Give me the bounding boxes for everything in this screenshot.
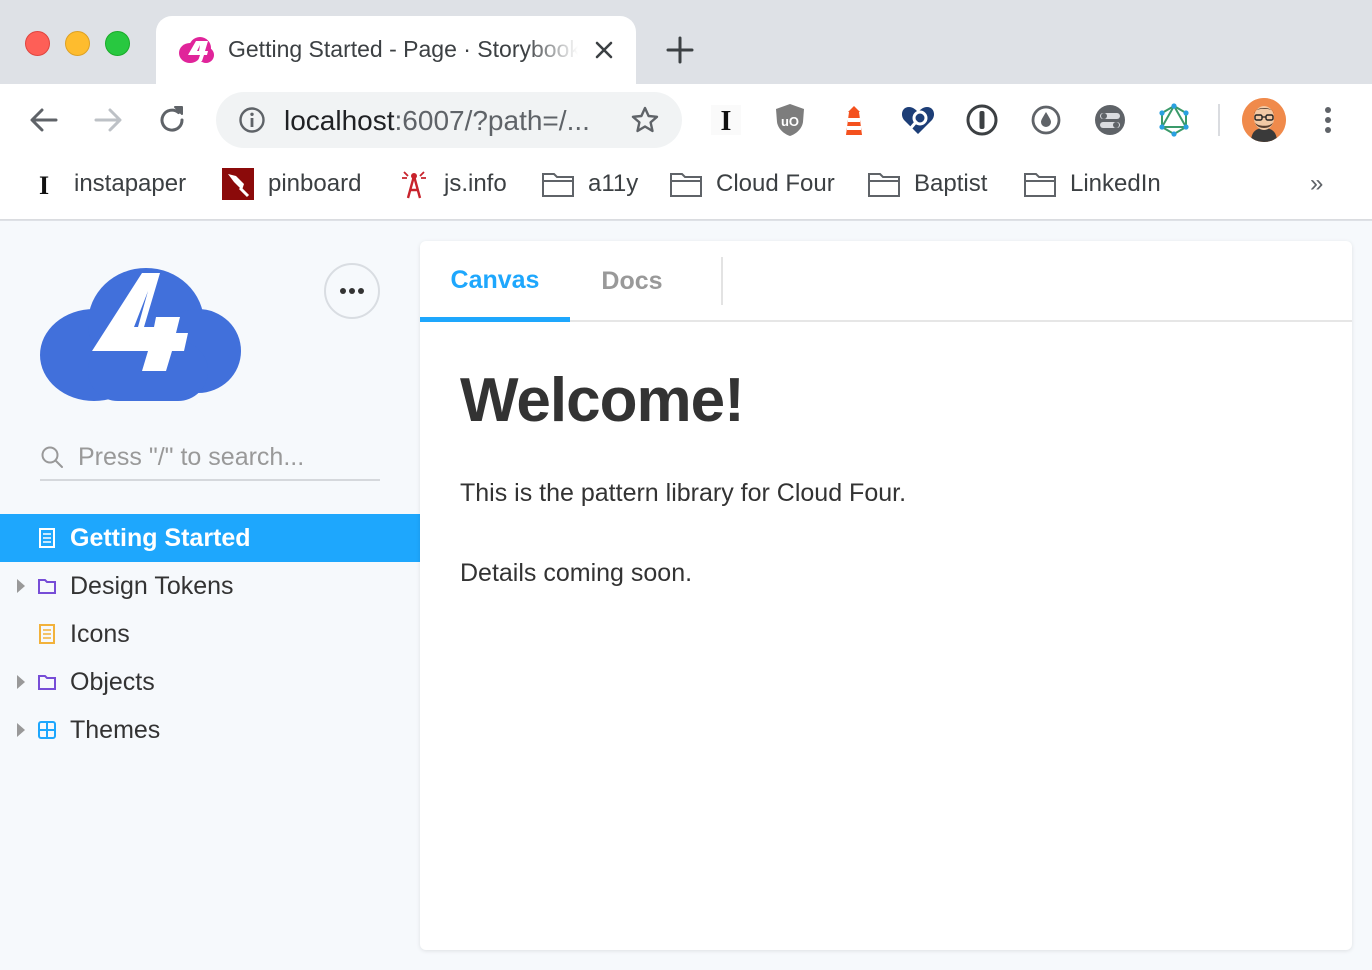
panel-tabs: Canvas Docs (420, 241, 1352, 322)
bookmark-folder-a11y[interactable]: a11y (542, 168, 638, 200)
folder-icon (670, 170, 702, 198)
javascript-info-icon (398, 170, 430, 199)
url-text[interactable]: localhost:6007/?path=/... (284, 105, 590, 137)
component-icon (38, 721, 56, 739)
sidebar-item-objects[interactable]: Objects (0, 658, 420, 706)
window-minimize-button[interactable] (65, 31, 90, 56)
back-arrow-icon[interactable] (26, 102, 62, 138)
storybook-cloud-four-favicon-icon (179, 37, 214, 63)
intro-paragraph: This is the pattern library for Cloud Fo… (460, 478, 907, 507)
folder-icon (1024, 170, 1056, 198)
sidebar-menu-button[interactable] (324, 263, 380, 319)
pinboard-icon (222, 168, 254, 200)
bookmark-folder-baptist[interactable]: Baptist (868, 168, 987, 200)
window-zoom-button[interactable] (105, 31, 130, 56)
story-tree: Getting Started Design Tokens Icons Obje… (0, 514, 420, 754)
tab-divider (721, 257, 723, 305)
caret-right-icon[interactable] (16, 723, 26, 737)
lighthouse-icon[interactable] (836, 102, 872, 138)
tab-close-icon[interactable] (590, 36, 618, 64)
folder-icon (38, 675, 56, 690)
site-info-icon[interactable] (238, 106, 266, 134)
document-icon (39, 528, 55, 548)
sidebar-search (40, 435, 380, 481)
caret-right-icon[interactable] (16, 675, 26, 689)
sidebar-item-icons[interactable]: Icons (0, 610, 420, 658)
search-input[interactable] (78, 439, 378, 475)
graphql-icon[interactable] (1156, 102, 1192, 138)
caret-right-icon[interactable] (16, 579, 26, 593)
page-title: Welcome! (460, 366, 745, 435)
ellipsis-icon (340, 288, 364, 294)
bookmark-pinboard[interactable]: pinboard (222, 168, 361, 200)
folder-icon (38, 579, 56, 594)
bookmark-star-icon[interactable] (630, 105, 660, 135)
sidebar-item-getting-started[interactable]: Getting Started (0, 514, 420, 562)
bookmark-js-info[interactable]: js.info (398, 168, 507, 200)
new-tab-plus-icon[interactable] (664, 34, 696, 66)
preview-content: Welcome! This is the pattern library for… (460, 361, 1320, 591)
instapaper-extension-icon[interactable]: I (708, 102, 744, 138)
storybook-sidebar: Getting Started Design Tokens Icons (0, 221, 420, 970)
bookmark-folder-linkedin[interactable]: LinkedIn (1024, 168, 1161, 200)
bookmarks-overflow-chevron-icon[interactable]: » (1310, 170, 1323, 198)
cloud-four-logo-icon[interactable] (38, 265, 242, 403)
search-icon (41, 446, 63, 468)
toolbar-separator (1218, 104, 1220, 136)
tab-canvas[interactable]: Canvas (420, 241, 570, 322)
browser-tab-active[interactable]: Getting Started - Page · Storybook (156, 16, 636, 84)
tab-docs[interactable]: Docs (570, 241, 694, 322)
folder-icon (542, 170, 574, 198)
reload-icon[interactable] (154, 102, 190, 138)
svg-text:I: I (721, 106, 732, 137)
address-bar[interactable]: localhost:6007/?path=/... (216, 92, 682, 148)
profile-avatar-icon (1242, 98, 1286, 142)
details-paragraph: Details coming soon. (460, 558, 693, 587)
tab-title: Getting Started - Page · Storybook (228, 36, 578, 62)
document-icon (39, 624, 55, 644)
preview-panel: Canvas Docs Welcome! This is the pattern… (420, 241, 1352, 950)
1password-icon[interactable] (964, 102, 1000, 138)
browser-tab-strip: Getting Started - Page · Storybook (0, 0, 1372, 84)
ublock-origin-icon[interactable]: uO (772, 102, 808, 138)
svg-text:uO: uO (781, 114, 799, 129)
bookmark-instapaper[interactable]: I instapaper (28, 168, 186, 200)
axe-devtools-icon[interactable] (900, 102, 936, 138)
folder-icon (868, 170, 900, 198)
window-close-button[interactable] (25, 31, 50, 56)
profile-avatar[interactable] (1242, 98, 1286, 142)
bookmark-folder-cloud-four[interactable]: Cloud Four (670, 168, 835, 200)
forward-arrow-icon[interactable] (90, 102, 126, 138)
browser-menu-icon[interactable] (1316, 102, 1340, 138)
browser-toolbar: localhost:6007/?path=/... I uO (0, 84, 1372, 156)
bookmarks-bar: I instapaper pinboard js.info a11y Cloud… (0, 156, 1372, 220)
dropper-extension-icon[interactable] (1028, 102, 1064, 138)
storybook-app: Getting Started Design Tokens Icons (0, 221, 1372, 970)
sidebar-item-design-tokens[interactable]: Design Tokens (0, 562, 420, 610)
svg-text:I: I (39, 171, 49, 198)
toggle-extension-icon[interactable] (1092, 102, 1128, 138)
sidebar-item-themes[interactable]: Themes (0, 706, 420, 754)
instapaper-icon: I (28, 170, 60, 198)
